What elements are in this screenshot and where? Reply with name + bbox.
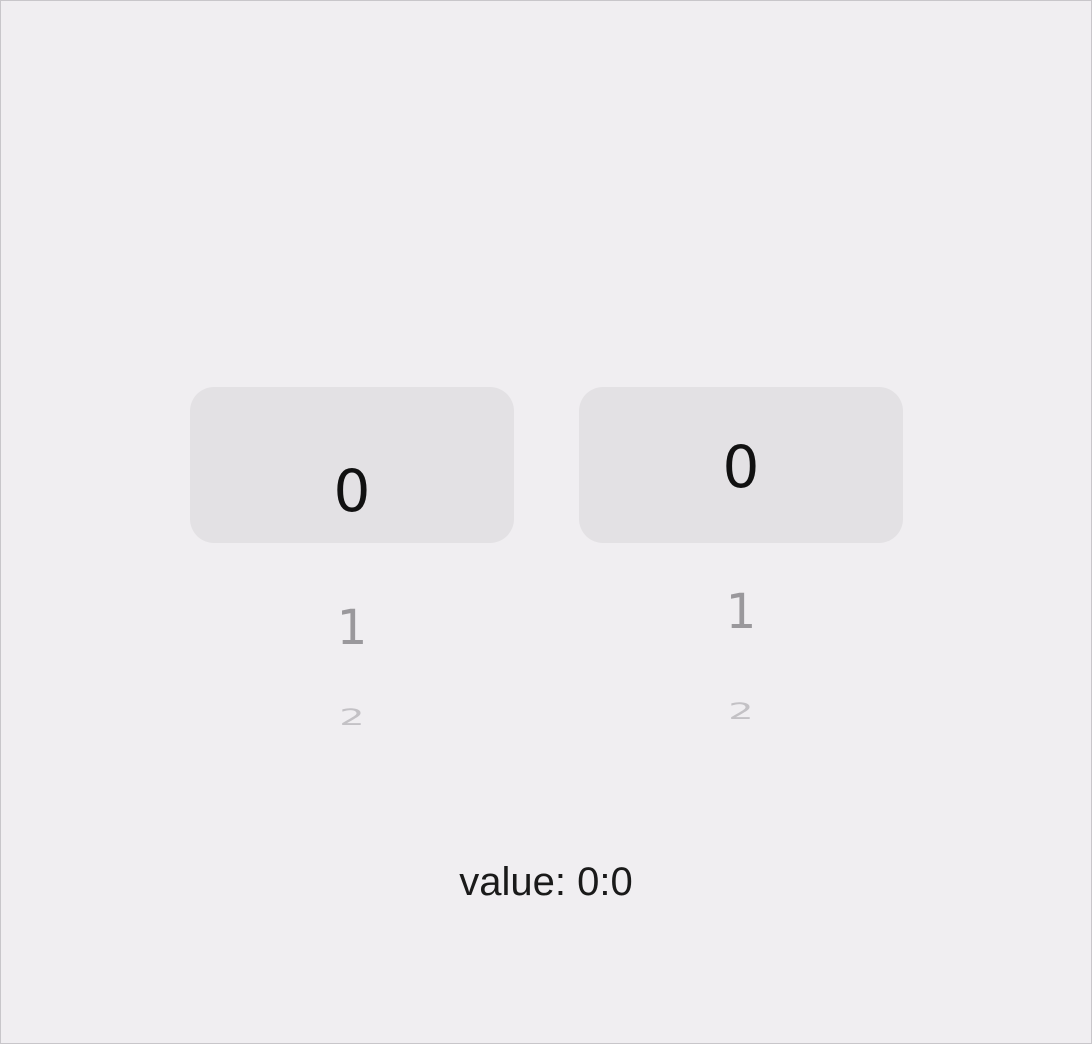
picker-item[interactable]: 2: [579, 701, 903, 723]
value-label: value: 0:0: [459, 860, 633, 904]
picker-item-selected[interactable]: 0: [579, 438, 903, 496]
picker-item[interactable]: 1: [579, 588, 903, 636]
picker-item-selected[interactable]: 0: [190, 462, 514, 520]
picker-wheel-hours[interactable]: 0 1 2: [190, 360, 514, 800]
picker-wheel-minutes[interactable]: 0 1 2: [579, 360, 903, 800]
picker-item[interactable]: 1: [190, 604, 514, 652]
picker-item[interactable]: 2: [190, 707, 514, 729]
